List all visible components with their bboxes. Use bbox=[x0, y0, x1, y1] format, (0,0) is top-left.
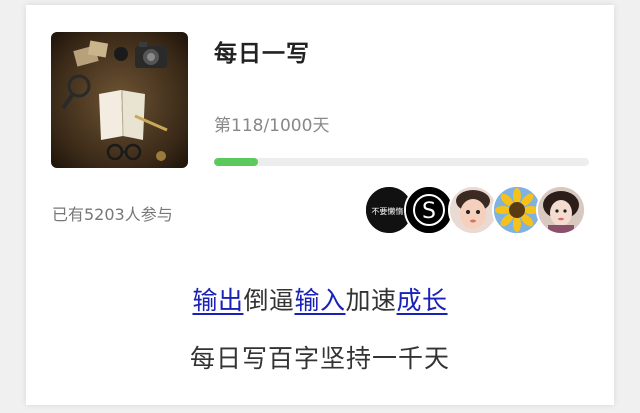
participants-count: 已有5203人参与 bbox=[52, 205, 173, 224]
avatar-stack[interactable]: 不要懒惰! S bbox=[364, 185, 588, 237]
slogan-link-output[interactable]: 输出 bbox=[192, 286, 243, 315]
cover-image[interactable] bbox=[51, 32, 188, 168]
avatar-letter-s: S bbox=[404, 185, 454, 235]
avatar-sunflower bbox=[492, 185, 542, 235]
card-title: 每日一写 bbox=[214, 41, 310, 67]
slogan-text: 倒逼 bbox=[243, 286, 295, 315]
slogan-line-1: 输出倒逼输入加速成长 bbox=[26, 281, 614, 317]
avatar-girl-photo bbox=[536, 185, 586, 235]
progress-fill bbox=[214, 158, 259, 166]
avatar-child-photo bbox=[448, 185, 498, 235]
slogan-text: 加速 bbox=[345, 286, 397, 315]
avatar-letter: S bbox=[422, 199, 436, 224]
slogan-link-growth[interactable]: 成长 bbox=[397, 286, 448, 315]
avatar-badge-caption: 不要懒惰! bbox=[371, 206, 406, 216]
cover-photo bbox=[51, 32, 188, 168]
slogan-link-input[interactable]: 输入 bbox=[294, 286, 345, 315]
progress-bar bbox=[214, 158, 589, 166]
slogan-line-2: 每日写百字坚持一千天 bbox=[189, 344, 450, 373]
course-card[interactable]: 每日一写 第118/1000天 已有5203人参与 不要懒惰! S 输出倒逼输入… bbox=[26, 5, 614, 405]
progress-text: 第118/1000天 bbox=[214, 116, 330, 136]
